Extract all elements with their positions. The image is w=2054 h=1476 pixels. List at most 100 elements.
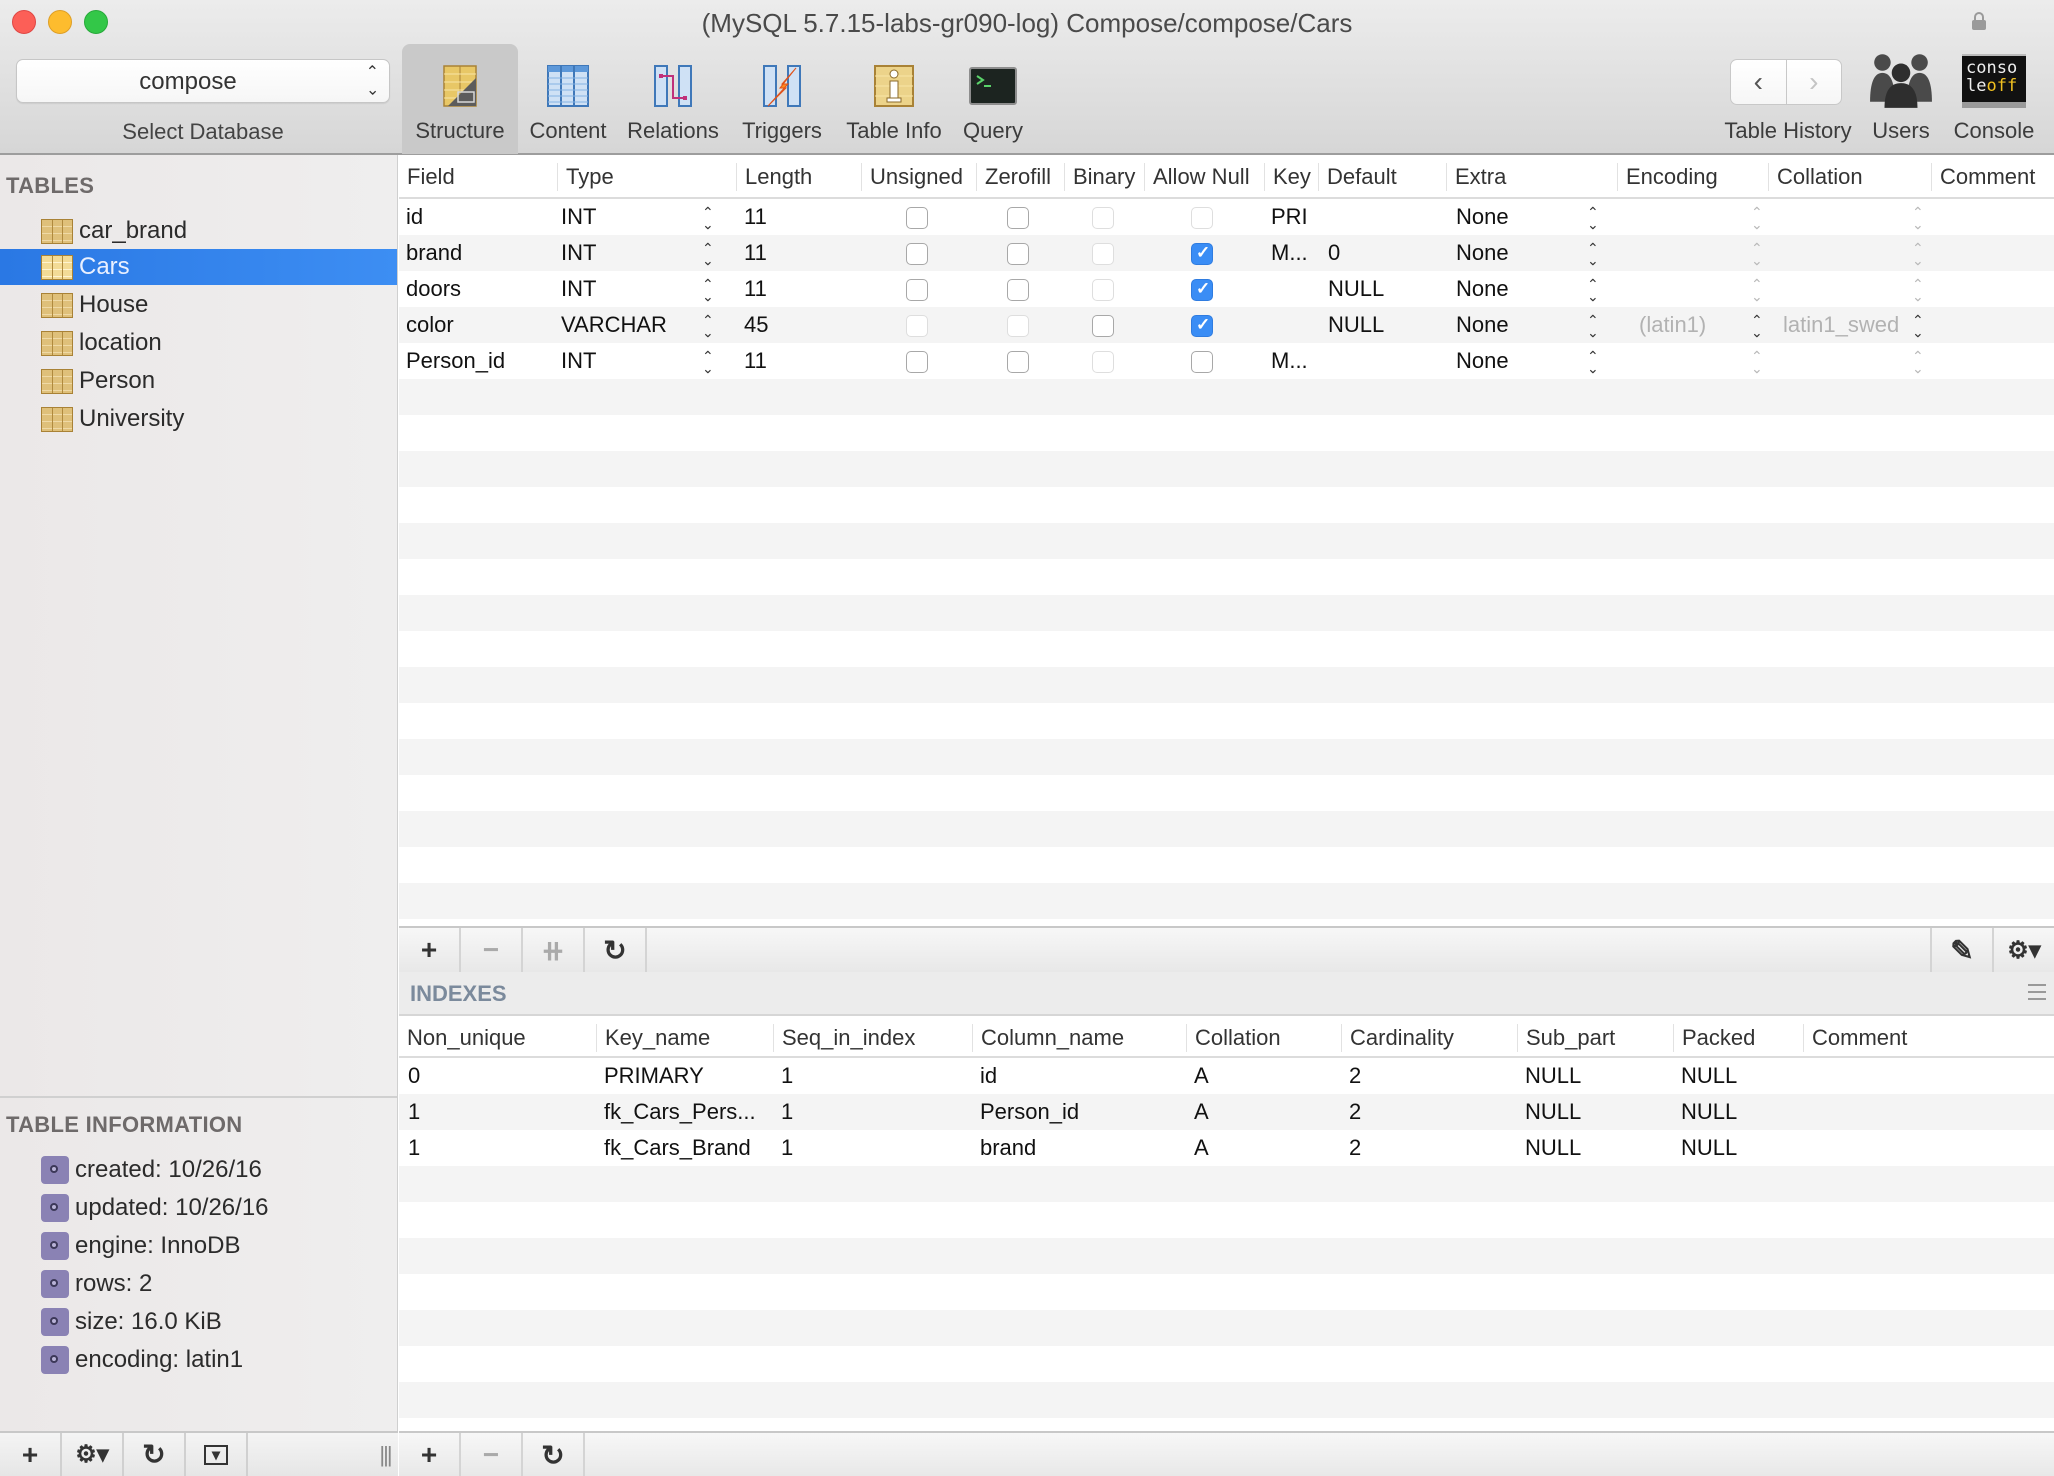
chevron-updown-icon[interactable]: ⌃ ⌃ <box>1587 277 1599 304</box>
zerofill-checkbox[interactable] <box>1007 243 1029 265</box>
chevron-updown-icon[interactable]: ⌃ ⌃ <box>1912 277 1924 304</box>
index-column-header[interactable]: Column_name <box>972 1024 1124 1052</box>
chevron-updown-icon[interactable]: ⌃ ⌃ <box>1587 241 1599 268</box>
sidebar-item-table[interactable]: House <box>0 287 397 323</box>
index-cell[interactable]: 1 <box>781 1130 793 1166</box>
index-cell[interactable]: 1 <box>781 1058 793 1094</box>
chevron-updown-icon[interactable]: ⌃ ⌃ <box>1587 313 1599 340</box>
index-cell[interactable]: 2 <box>1349 1094 1361 1130</box>
type-cell[interactable]: INT <box>561 235 596 271</box>
table-row[interactable]: brand INT ⌃⌃ 11 M... 0 None ⌃⌃ ⌃⌃ ⌃⌃ <box>399 235 2054 271</box>
type-cell[interactable]: INT <box>561 271 596 307</box>
column-header-length[interactable]: Length <box>736 163 812 191</box>
structure-actions-menu-button[interactable]: ⚙▾ <box>1992 928 2054 972</box>
unsigned-checkbox[interactable] <box>906 279 928 301</box>
database-select[interactable]: compose ⌃ ⌃ <box>16 59 390 103</box>
column-header-binary[interactable]: Binary <box>1064 163 1135 191</box>
chevron-updown-icon[interactable]: ⌃ ⌃ <box>1587 205 1599 232</box>
length-cell[interactable]: 11 <box>744 343 767 379</box>
table-row[interactable]: color VARCHAR ⌃⌃ 45 NULL None ⌃⌃ (latin1) ⌃⌃ lati… <box>399 307 2054 343</box>
sidebar-divider[interactable] <box>0 1096 397 1098</box>
extra-cell[interactable]: None <box>1456 307 1509 343</box>
table-row[interactable]: doors INT ⌃⌃ 11 NULL None ⌃⌃ ⌃⌃ ⌃⌃ <box>399 271 2054 307</box>
binary-checkbox[interactable] <box>1092 315 1114 337</box>
column-header-default[interactable]: Default <box>1318 163 1397 191</box>
tab-content[interactable]: Content <box>522 44 614 154</box>
tab-structure[interactable]: Structure <box>402 44 518 154</box>
type-cell[interactable]: INT <box>561 343 596 379</box>
allow-null-checkbox[interactable] <box>1191 207 1213 229</box>
index-cell[interactable]: 2 <box>1349 1130 1361 1166</box>
chevron-updown-icon[interactable]: ⌃ ⌃ <box>702 277 714 304</box>
extra-cell[interactable]: None <box>1456 271 1509 307</box>
index-cell[interactable]: fk_Cars_Pers... <box>604 1094 756 1130</box>
chevron-updown-icon[interactable]: ⌃ ⌃ <box>702 205 714 232</box>
index-column-header[interactable]: Key_name <box>596 1024 710 1052</box>
unsigned-checkbox[interactable] <box>906 315 928 337</box>
key-cell[interactable]: M... <box>1271 235 1308 271</box>
zerofill-checkbox[interactable] <box>1007 207 1029 229</box>
index-row[interactable]: 0 PRIMARY 1 id A 2 NULL NULL <box>399 1058 2054 1094</box>
field-name-cell[interactable]: color <box>406 307 454 343</box>
refresh-indexes-button[interactable]: ↻ <box>523 1433 585 1476</box>
binary-checkbox[interactable] <box>1092 243 1114 265</box>
filter-tables-button[interactable]: ▾ <box>186 1433 248 1476</box>
unsigned-checkbox[interactable] <box>906 207 928 229</box>
index-cell[interactable]: A <box>1194 1058 1209 1094</box>
edit-table-button[interactable]: ✎ <box>1930 928 1992 972</box>
length-cell[interactable]: 11 <box>744 271 767 307</box>
length-cell[interactable]: 11 <box>744 235 767 271</box>
chevron-updown-icon[interactable]: ⌃ ⌃ <box>702 349 714 376</box>
index-column-header[interactable]: Sub_part <box>1517 1024 1615 1052</box>
chevron-updown-icon[interactable]: ⌃ ⌃ <box>1587 349 1599 376</box>
field-name-cell[interactable]: doors <box>406 271 461 307</box>
index-column-header[interactable]: Collation <box>1186 1024 1281 1052</box>
default-cell[interactable]: NULL <box>1328 271 1384 307</box>
sidebar-item-table[interactable]: car_brand <box>0 213 397 249</box>
allow-null-checkbox[interactable] <box>1191 351 1213 373</box>
index-cell[interactable]: A <box>1194 1130 1209 1166</box>
column-header-unsigned[interactable]: Unsigned <box>861 163 963 191</box>
index-column-header[interactable]: Non_unique <box>399 1024 526 1052</box>
users-button[interactable]: Users <box>1862 44 1940 154</box>
tab-query[interactable]: Query <box>952 44 1034 154</box>
chevron-updown-icon[interactable]: ⌃ ⌃ <box>1912 313 1924 340</box>
field-name-cell[interactable]: id <box>406 199 423 235</box>
column-header-comment[interactable]: Comment <box>1931 163 2035 191</box>
key-cell[interactable]: PRI <box>1271 199 1308 235</box>
remove-field-button[interactable]: − <box>461 928 523 972</box>
index-cell[interactable]: 1 <box>408 1130 420 1166</box>
chevron-updown-icon[interactable]: ⌃ ⌃ <box>1912 349 1924 376</box>
field-name-cell[interactable]: brand <box>406 235 462 271</box>
index-cell[interactable]: NULL <box>1681 1058 1737 1094</box>
sidebar-item-table-selected[interactable]: Cars <box>0 249 397 285</box>
extra-cell[interactable]: None <box>1456 235 1509 271</box>
console-button[interactable]: conso leoff Console <box>1946 44 2042 154</box>
unsigned-checkbox[interactable] <box>906 243 928 265</box>
chevron-updown-icon[interactable]: ⌃ ⌃ <box>702 241 714 268</box>
sidebar-item-table[interactable]: Person <box>0 363 397 399</box>
index-cell[interactable]: NULL <box>1525 1058 1581 1094</box>
zerofill-checkbox[interactable] <box>1007 279 1029 301</box>
binary-checkbox[interactable] <box>1092 351 1114 373</box>
duplicate-field-button[interactable]: ⧺ <box>523 928 585 972</box>
zerofill-checkbox[interactable] <box>1007 351 1029 373</box>
chevron-updown-icon[interactable]: ⌃ ⌃ <box>1751 313 1763 340</box>
column-header-key[interactable]: Key <box>1264 163 1311 191</box>
chevron-updown-icon[interactable]: ⌃ ⌃ <box>702 313 714 340</box>
index-row[interactable]: 1 fk_Cars_Pers... 1 Person_id A 2 NULL NULL <box>399 1094 2054 1130</box>
default-cell[interactable]: NULL <box>1328 307 1384 343</box>
tab-table-info[interactable]: Table Info <box>838 44 950 154</box>
index-column-header[interactable]: Cardinality <box>1341 1024 1454 1052</box>
index-cell[interactable]: PRIMARY <box>604 1058 704 1094</box>
index-cell[interactable]: fk_Cars_Brand <box>604 1130 751 1166</box>
tab-triggers[interactable]: Triggers <box>732 44 832 154</box>
collation-cell[interactable]: latin1_swed <box>1783 307 1899 343</box>
table-row[interactable]: Person_id INT ⌃ ⌃ 11 M... None ⌃ ⌃ ⌃ ⌃ ⌃ ⌃ <box>399 343 2054 379</box>
column-header-extra[interactable]: Extra <box>1446 163 1506 191</box>
length-cell[interactable]: 45 <box>744 307 768 343</box>
add-table-button[interactable]: + <box>0 1433 62 1476</box>
column-header-field[interactable]: Field <box>399 163 455 191</box>
zerofill-checkbox[interactable] <box>1007 315 1029 337</box>
column-header-encoding[interactable]: Encoding <box>1617 163 1718 191</box>
